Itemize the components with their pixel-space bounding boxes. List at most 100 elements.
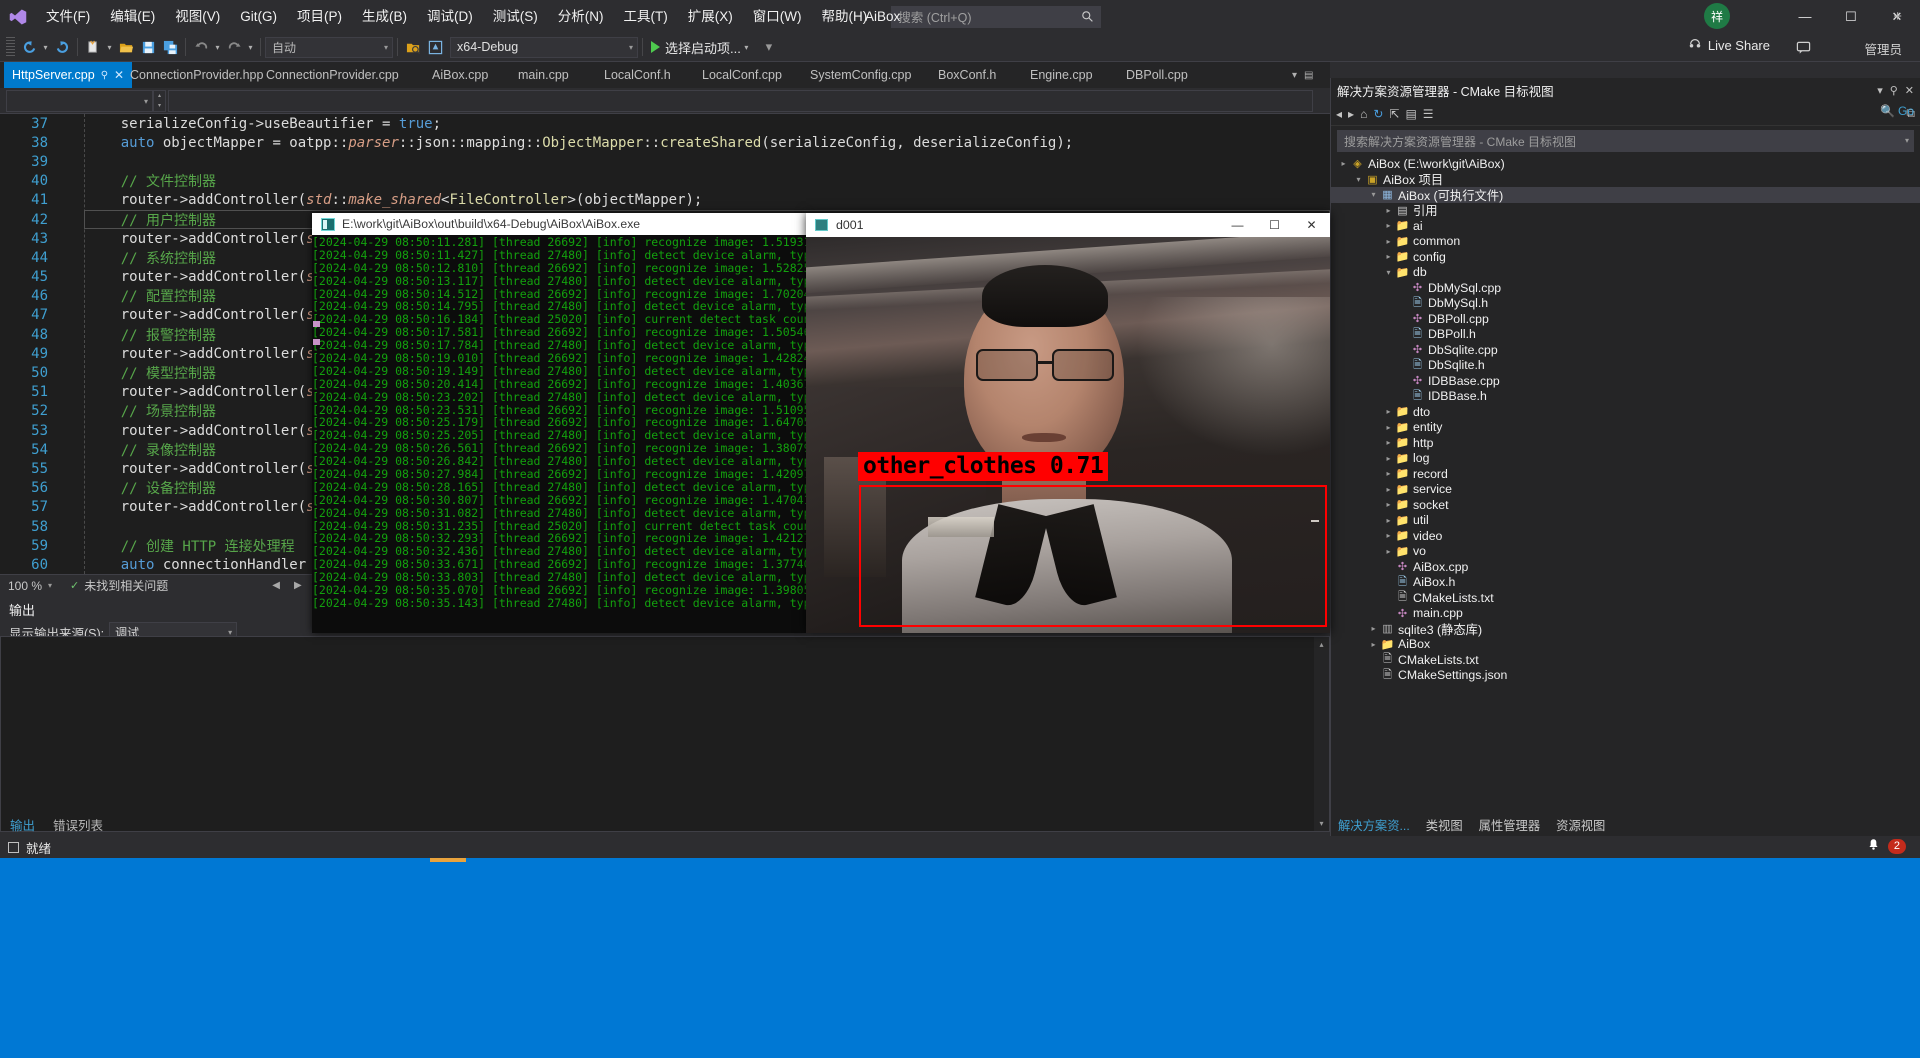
tree-node-4[interactable]: ▸ 📁 ai <box>1331 218 1920 234</box>
expander-icon[interactable]: ▸ <box>1382 237 1395 246</box>
expander-icon[interactable]: ▸ <box>1382 531 1395 540</box>
tree-node-11[interactable]: 🗎 DBPoll.h <box>1331 327 1920 343</box>
undo-dropdown-icon[interactable]: ▾ <box>212 36 223 58</box>
expander-icon[interactable]: ▸ <box>1337 159 1350 168</box>
editor-tab-6[interactable]: LocalConf.cpp <box>694 62 790 88</box>
video-window[interactable]: d001 — ☐ ✕ other_clothes 0.71 <box>806 213 1330 633</box>
code-line-39[interactable]: 39 <box>0 152 1330 171</box>
solution-search-go-button[interactable]: 🔍 Go <box>1880 104 1914 118</box>
startup-dropdown-icon[interactable]: ▾ <box>741 36 752 58</box>
expander-icon[interactable]: ▸ <box>1382 438 1395 447</box>
redo-icon[interactable] <box>223 36 245 58</box>
menu-item-1[interactable]: 编辑(E) <box>100 0 165 33</box>
pin-icon[interactable]: ⚲ <box>101 70 108 81</box>
se-bottom-tab-1[interactable]: 类视图 <box>1426 816 1463 834</box>
minimize-button[interactable]: — <box>1782 0 1828 33</box>
bell-icon[interactable] <box>1867 838 1880 854</box>
tree-node-32[interactable]: 🗎 CMakeLists.txt <box>1331 652 1920 668</box>
expander-icon[interactable]: ▾ <box>1352 175 1365 184</box>
expander-icon[interactable]: ▸ <box>1382 516 1395 525</box>
tree-node-24[interactable]: ▸ 📁 video <box>1331 528 1920 544</box>
scroll-up-icon[interactable]: ▴ <box>1314 637 1329 652</box>
back-icon[interactable]: ◂ <box>1336 107 1342 121</box>
tree-node-29[interactable]: ✣ main.cpp <box>1331 606 1920 622</box>
tree-node-1[interactable]: ▾ ▣ AiBox 项目 <box>1331 172 1920 187</box>
tree-node-9[interactable]: 🗎 DbMySql.h <box>1331 296 1920 312</box>
tree-node-2[interactable]: ▾ ▦ AiBox (可执行文件) <box>1331 187 1920 203</box>
nav-spinner[interactable]: ▴ ▾ <box>153 89 166 112</box>
chevron-down-icon[interactable]: ▾ <box>1292 70 1297 81</box>
maximize-button[interactable]: ☐ <box>1828 0 1874 33</box>
menu-item-10[interactable]: 扩展(X) <box>678 0 743 33</box>
video-minimize-button[interactable]: — <box>1219 213 1256 237</box>
home-icon[interactable]: ⌂ <box>1360 107 1367 121</box>
menu-item-8[interactable]: 分析(N) <box>548 0 614 33</box>
tree-node-17[interactable]: ▸ 📁 entity <box>1331 420 1920 436</box>
search-input[interactable]: 搜索 (Ctrl+Q) <box>891 5 1102 28</box>
menu-item-2[interactable]: 视图(V) <box>165 0 230 33</box>
menu-item-7[interactable]: 测试(S) <box>483 0 548 33</box>
menu-item-5[interactable]: 生成(B) <box>352 0 417 33</box>
code-line-38[interactable]: 38 auto objectMapper = oatpp::parser::js… <box>0 133 1330 152</box>
cmake-settings-icon[interactable] <box>424 36 446 58</box>
menu-item-0[interactable]: 文件(F) <box>36 0 100 33</box>
se-bottom-tab-3[interactable]: 资源视图 <box>1556 816 1605 834</box>
tree-node-15[interactable]: 🗎 IDBBase.h <box>1331 389 1920 405</box>
video-maximize-button[interactable]: ☐ <box>1256 213 1293 237</box>
tree-node-7[interactable]: ▾ 📁 db <box>1331 265 1920 281</box>
video-window-titlebar[interactable]: d001 — ☐ ✕ <box>806 213 1330 237</box>
expander-icon[interactable]: ▸ <box>1382 469 1395 478</box>
code-line-41[interactable]: 41 router->addController(std::make_share… <box>0 191 1330 210</box>
editor-tab-1[interactable]: ConnectionProvider.hpp <box>122 62 271 88</box>
chevron-down-icon[interactable]: ▾ <box>1877 84 1883 97</box>
toolbar-grip[interactable] <box>6 37 15 57</box>
video-close-button[interactable]: ✕ <box>1293 213 1330 237</box>
zoom-level-combo[interactable]: 100 % ▾ <box>0 579 60 593</box>
new-item-dropdown-icon[interactable]: ▾ <box>104 36 115 58</box>
next-issue-button[interactable]: ▶ <box>294 580 302 591</box>
expander-icon[interactable]: ▸ <box>1382 252 1395 261</box>
tree-node-5[interactable]: ▸ 📁 common <box>1331 234 1920 250</box>
expander-icon[interactable]: ▸ <box>1382 221 1395 230</box>
expander-icon[interactable]: ▸ <box>1382 407 1395 416</box>
user-avatar[interactable]: 祥 <box>1704 3 1730 29</box>
tree-node-13[interactable]: 🗎 DbSqlite.h <box>1331 358 1920 374</box>
tree-node-27[interactable]: 🗎 AiBox.h <box>1331 575 1920 591</box>
expander-icon[interactable]: ▸ <box>1382 206 1395 215</box>
error-count-indicator[interactable]: 2 <box>1867 838 1906 854</box>
prev-issue-button[interactable]: ◀ <box>272 580 280 591</box>
console-window-titlebar[interactable]: E:\work\git\AiBox\out\build\x64-Debug\Ai… <box>312 213 806 235</box>
console-output-text[interactable]: [2024-04-29 08:50:11.281] [thread 26692]… <box>312 235 806 633</box>
editor-tab-2[interactable]: ConnectionProvider.cpp <box>258 62 407 88</box>
output-text-area[interactable]: ▴ ▾ <box>0 636 1330 832</box>
expander-icon[interactable]: ▸ <box>1382 500 1395 509</box>
tree-node-31[interactable]: ▸ 📁 AiBox <box>1331 637 1920 653</box>
member-combo[interactable] <box>168 89 1313 112</box>
expander-icon[interactable]: ▸ <box>1382 423 1395 432</box>
tree-node-23[interactable]: ▸ 📁 util <box>1331 513 1920 529</box>
more-toolbar-icon[interactable]: ▾ <box>758 36 780 58</box>
tree-node-16[interactable]: ▸ 📁 dto <box>1331 404 1920 420</box>
tree-node-33[interactable]: 🗎 CMakeSettings.json <box>1331 668 1920 684</box>
expander-icon[interactable]: ▸ <box>1382 485 1395 494</box>
configuration-combo[interactable]: x64-Debug ▾ <box>450 36 638 58</box>
expander-icon[interactable]: ▾ <box>1382 268 1395 277</box>
close-icon[interactable]: ✕ <box>1905 84 1914 97</box>
menu-item-9[interactable]: 工具(T) <box>614 0 678 33</box>
tree-node-6[interactable]: ▸ 📁 config <box>1331 249 1920 265</box>
output-tab-1[interactable]: 错误列表 <box>53 815 103 834</box>
editor-tab-9[interactable]: Engine.cpp <box>1022 62 1101 88</box>
expander-icon[interactable]: ▸ <box>1367 640 1380 649</box>
forward-arrow-icon[interactable] <box>51 36 73 58</box>
menu-item-11[interactable]: 窗口(W) <box>743 0 812 33</box>
editor-tab-8[interactable]: BoxConf.h <box>930 62 1004 88</box>
tree-node-18[interactable]: ▸ 📁 http <box>1331 435 1920 451</box>
menu-item-3[interactable]: Git(G) <box>230 0 287 33</box>
new-item-icon[interactable] <box>82 36 104 58</box>
expander-icon[interactable]: ▸ <box>1382 454 1395 463</box>
scope-combo[interactable]: ▾ <box>6 89 153 112</box>
editor-tab-10[interactable]: DBPoll.cpp <box>1118 62 1196 88</box>
tree-node-21[interactable]: ▸ 📁 service <box>1331 482 1920 498</box>
back-arrow-icon[interactable] <box>18 36 40 58</box>
tree-node-19[interactable]: ▸ 📁 log <box>1331 451 1920 467</box>
